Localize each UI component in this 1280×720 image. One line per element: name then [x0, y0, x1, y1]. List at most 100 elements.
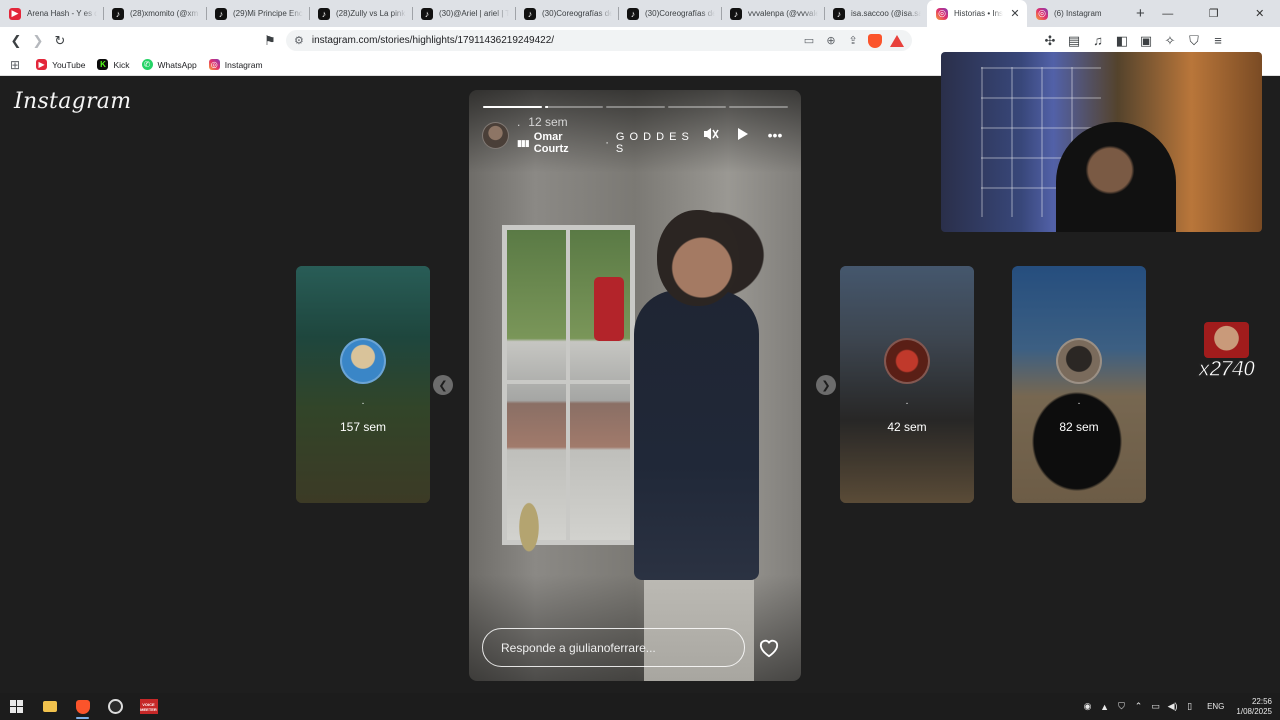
youtube-icon: ▶ [36, 59, 48, 70]
discord-icon[interactable]: ◉ [1082, 701, 1093, 712]
wallet-icon[interactable]: ▣ [1136, 31, 1156, 51]
share-icon[interactable]: ⇪ [846, 34, 860, 47]
story-image-detail [657, 210, 739, 306]
reading-list-icon[interactable]: ▤ [1064, 31, 1084, 51]
tab-coreografias-2[interactable]: ♪ (30)Coreografías de [618, 0, 721, 27]
windows-logo-icon [10, 700, 23, 713]
tab-title: isa.saccoo (@isa.sa [851, 9, 921, 18]
story-preview-card-next-2[interactable]: . 82 sem [1012, 266, 1146, 503]
system-tray: ◉ ▲ ⛉ ⌃ ▭ ◀) ▯ ENG 22:56 1/08/2025 [1082, 697, 1272, 717]
close-tab-icon[interactable]: ✕ [1009, 7, 1021, 20]
apps-grid-icon[interactable]: ⊞ [10, 58, 20, 72]
taskbar-file-explorer[interactable] [33, 693, 66, 720]
leo-ai-icon[interactable]: ✧ [1160, 31, 1180, 51]
tiktok-icon: ♪ [524, 7, 536, 20]
story-preview-card-previous[interactable]: . 157 sem [296, 266, 430, 503]
story-viewer[interactable]: . 12 sem ▮▮▮ Omar Courtz · G O D D E S S … [469, 90, 801, 681]
tab-coreografias-1[interactable]: ♪ (30)Coreografías de [515, 0, 618, 27]
tab-ariel[interactable]: ♪ (30)@Ariel | ariel | T [412, 0, 515, 27]
bookmark-instagram[interactable]: ◎ Instagram [208, 59, 263, 70]
reply-input[interactable] [482, 628, 745, 667]
tab-isa-saccoo[interactable]: ♪ isa.saccoo (@isa.sa [824, 0, 927, 27]
story-music[interactable]: ▮▮▮ Omar Courtz · G O D D E S S [517, 131, 702, 155]
card-time: 157 sem [339, 420, 387, 434]
taskbar-brave[interactable] [66, 693, 99, 720]
song-title: G O D D E S S [615, 131, 690, 155]
language-indicator[interactable]: ENG [1207, 702, 1224, 711]
next-story-button[interactable]: ❯ [816, 375, 836, 395]
menu-icon[interactable]: ≡ [1208, 31, 1228, 51]
tab-mi-principe[interactable]: ♪ (29)Mi Principe Enc [206, 0, 309, 27]
address-bar[interactable]: ⚙ instagram.com/stories/highlights/17911… [286, 30, 912, 51]
tiktok-icon: ♪ [627, 7, 639, 20]
voicemeeter-label: MEETER [140, 706, 157, 712]
site-settings-icon[interactable]: ⚙ [294, 34, 304, 47]
kick-icon: K [97, 59, 109, 70]
story-image-detail [566, 225, 570, 545]
bookmark-label: WhatsApp [157, 59, 197, 70]
brave-rewards-icon[interactable] [890, 34, 904, 47]
bookmark-icon[interactable]: ⚑ [260, 31, 280, 51]
progress-segment [667, 106, 727, 108]
zoom-icon[interactable]: ⊕ [824, 34, 838, 47]
tab-historias-instagram[interactable]: ◎ Historias • Insta ✕ [927, 0, 1027, 27]
url-text[interactable]: instagram.com/stories/highlights/1791143… [312, 35, 794, 46]
volume-icon[interactable]: ◀) [1167, 701, 1178, 712]
tab-title: vvvalenpa (@vvvale [748, 9, 818, 18]
story-time: . 12 sem [517, 115, 702, 129]
shield-icon[interactable]: ⛉ [1116, 701, 1127, 712]
like-heart-icon[interactable] [757, 636, 781, 660]
cast-icon[interactable]: ▭ [802, 34, 816, 47]
clock[interactable]: 22:56 1/08/2025 [1236, 697, 1272, 717]
card-shade [296, 266, 430, 503]
bookmark-label: Kick [113, 59, 130, 70]
back-icon[interactable]: ❮ [6, 31, 26, 51]
vpn-icon[interactable]: ⛉ [1184, 31, 1204, 51]
tab-xmomito[interactable]: ♪ (28)xmomito (@xm [103, 0, 206, 27]
reload-icon[interactable]: ↻ [50, 31, 70, 51]
taskbar-voicemeeter[interactable]: VOICE MEETER [132, 693, 165, 720]
nav-buttons: ❮ ❯ ↻ [6, 31, 70, 51]
close-window-icon[interactable]: ✕ [1237, 0, 1280, 27]
card-dot: . [1077, 396, 1081, 407]
card-time: 42 sem [887, 420, 927, 434]
forward-icon[interactable]: ❯ [28, 31, 48, 51]
new-tab-button[interactable]: + [1136, 0, 1145, 27]
tab-instagram[interactable]: ◎ (6) Instagram [1027, 0, 1130, 27]
bookmark-whatsapp[interactable]: ✆ WhatsApp [141, 59, 197, 70]
media-icon[interactable]: ♫ [1088, 31, 1108, 51]
story-dot: . [516, 115, 521, 129]
bookmark-kick[interactable]: K Kick [97, 59, 130, 70]
extensions-icon[interactable]: ✣ [1040, 31, 1060, 51]
play-icon[interactable] [734, 127, 752, 144]
taskbar-obs[interactable] [99, 693, 132, 720]
minimize-icon[interactable]: — [1145, 0, 1191, 27]
maximize-icon[interactable]: ❐ [1191, 0, 1237, 27]
whatsapp-icon: ✆ [141, 59, 153, 70]
previous-story-button[interactable]: ❮ [433, 375, 453, 395]
tab-vvvalenpa[interactable]: ♪ vvvalenpa (@vvvale [721, 0, 824, 27]
card-dot: . [361, 396, 365, 407]
tab-list: ▶ Arena Hash - Y es q ♪ (28)xmomito (@xm… [0, 0, 1130, 27]
youtube-icon: ▶ [9, 7, 21, 20]
chevron-up-icon[interactable]: ⌃ [1133, 701, 1144, 712]
tab-zully[interactable]: ♪ (28)Zully vs La pink [309, 0, 412, 27]
battery-icon[interactable]: ▯ [1184, 701, 1195, 712]
story-meta: . 12 sem ▮▮▮ Omar Courtz · G O D D E S S [517, 115, 702, 155]
tab-arena-hash[interactable]: ▶ Arena Hash - Y es q [0, 0, 103, 27]
more-options-icon[interactable]: ••• [766, 127, 784, 143]
muted-speaker-icon[interactable] [702, 127, 720, 144]
start-button[interactable] [0, 693, 33, 720]
card-shade [840, 266, 974, 503]
extensions-area: ✣ ▤ ♫ ◧ ▣ ✧ ⛉ ≡ [1040, 31, 1228, 51]
network-icon[interactable]: ▭ [1150, 701, 1161, 712]
nvidia-icon[interactable]: ▲ [1099, 702, 1110, 712]
brave-shields-icon[interactable] [868, 33, 882, 48]
song-artist: Omar Courtz [533, 131, 569, 155]
story-preview-card-next-1[interactable]: . 42 sem [840, 266, 974, 503]
bookmark-youtube[interactable]: ▶ YouTube [36, 59, 85, 70]
sidebar-icon[interactable]: ◧ [1112, 31, 1132, 51]
instagram-logo[interactable]: Instagram [14, 89, 131, 114]
webcam-streamer [1056, 122, 1176, 232]
story-author-avatar[interactable] [482, 121, 509, 149]
